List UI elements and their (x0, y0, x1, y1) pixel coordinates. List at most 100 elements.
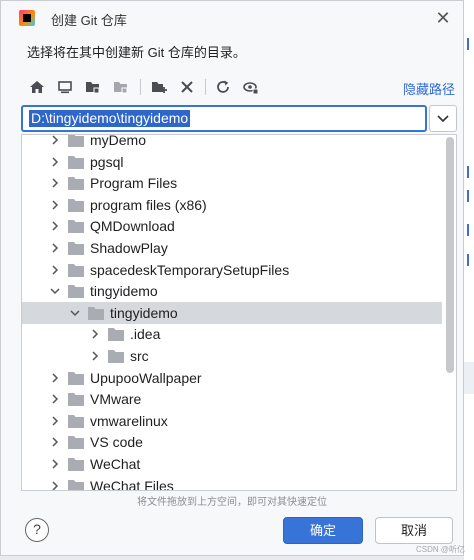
background-mark (467, 254, 473, 266)
tree-row[interactable]: WeChat (22, 453, 442, 475)
folder-icon (68, 414, 84, 428)
tree-row[interactable]: spacedeskTemporarySetupFiles (22, 259, 442, 281)
folder-icon (68, 242, 84, 255)
tree-row[interactable]: pgsql (22, 151, 442, 173)
chevron-right-icon[interactable] (50, 264, 60, 276)
tree-row-label: VMware (90, 391, 142, 408)
tree-row[interactable]: vmwarelinux (22, 410, 442, 432)
home-icon[interactable] (27, 77, 47, 97)
module-folder-icon[interactable] (111, 77, 131, 97)
csdn-watermark: CSDN @听亿 (416, 545, 466, 554)
dialog-titlebar: 创建 Git 仓库 ✕ (1, 1, 463, 35)
ok-button[interactable]: 确定 (283, 517, 363, 544)
background-mark (467, 224, 473, 236)
desktop-icon[interactable] (55, 77, 75, 97)
chevron-right-icon[interactable] (50, 242, 60, 254)
tree-row-label: VS code (90, 434, 143, 451)
chevron-right-icon[interactable] (50, 372, 60, 384)
toolbar-separator (205, 79, 206, 95)
folder-icon (68, 198, 84, 212)
cancel-button[interactable]: 取消 (375, 517, 453, 544)
path-input[interactable]: D:\tingyidemo\tingyidemo (21, 105, 427, 132)
chevron-right-icon[interactable] (50, 134, 60, 146)
chevron-right-icon[interactable] (50, 415, 60, 427)
folder-icon (88, 306, 104, 320)
delete-icon[interactable] (177, 77, 197, 97)
drop-hint: 将文件拖放到上方空间，即可对其快速定位 (137, 497, 327, 508)
tree-row[interactable]: Program Files (22, 172, 442, 194)
folder-icon (68, 263, 84, 277)
chevron-right-icon[interactable] (50, 458, 60, 470)
tree-row[interactable]: tingyidemo (22, 280, 442, 302)
chevron-right-icon[interactable] (50, 220, 60, 232)
tree-row-label: src (130, 348, 149, 364)
new-folder-icon[interactable] (149, 77, 169, 97)
folder-icon (68, 285, 84, 299)
chevron-right-icon[interactable] (50, 156, 60, 168)
chevron-down-icon[interactable] (70, 307, 80, 319)
tree-row[interactable]: .idea (22, 323, 442, 345)
tree-row[interactable]: WeChat Files (22, 475, 442, 491)
directory-tree[interactable]: WeChat Files WeChat VS code vmwarelinux VMwa… (21, 134, 457, 491)
chevron-right-icon[interactable] (50, 199, 60, 211)
background-mark (467, 38, 473, 50)
chevron-right-icon[interactable] (90, 350, 100, 362)
help-button[interactable]: ? (25, 518, 49, 542)
tree-scrollbar[interactable] (444, 135, 456, 490)
tree-row[interactable]: VMware (22, 388, 442, 410)
tree-row-label: tingyidemo (110, 304, 178, 321)
folder-icon (68, 177, 84, 191)
tree-row-label: .idea (130, 326, 161, 343)
background-mark (467, 166, 473, 178)
path-value: D:\tingyidemo\tingyidemo (29, 110, 191, 127)
tree-row[interactable]: ShadowPlay (22, 237, 442, 259)
tree-row[interactable]: myDemo (22, 134, 442, 151)
folder-icon (68, 135, 84, 147)
chevron-right-icon[interactable] (50, 436, 60, 448)
tree-row-label: vmwarelinux (90, 412, 168, 429)
tree-row-label: QMDownload (90, 218, 175, 235)
hide-path-link[interactable]: 隐藏路径 (403, 79, 455, 98)
tree-row-label: tingyidemo (90, 283, 158, 300)
close-icon[interactable]: ✕ (433, 8, 453, 28)
file-chooser-toolbar: 隐藏路径 (21, 73, 461, 101)
tree-row-label: Program Files (90, 175, 178, 192)
tree-row-label: WeChat (90, 456, 141, 472)
tree-row-label: ShadowPlay (90, 240, 168, 256)
tree-row-label: WeChat Files (90, 477, 174, 491)
folder-icon (68, 458, 84, 471)
folder-icon (68, 371, 84, 385)
intellij-app-icon (19, 10, 35, 26)
path-row: D:\tingyidemo\tingyidemo (21, 105, 457, 132)
background-mark (467, 190, 473, 202)
tree-row[interactable]: VS code (22, 431, 442, 453)
show-hidden-icon[interactable] (241, 77, 261, 97)
dialog-prompt: 选择将在其中创建新 Git 仓库的目录。 (27, 45, 246, 60)
tree-row-label: myDemo (90, 134, 147, 148)
create-git-repository-dialog: 创建 Git 仓库 ✕ 选择将在其中创建新 Git 仓库的目录。 隐藏路径 D:… (0, 0, 464, 556)
tree-row[interactable]: QMDownload (22, 215, 442, 237)
folder-icon (68, 155, 84, 169)
background-window-edge (464, 0, 474, 560)
folder-icon (68, 393, 84, 407)
tree-row-label: UpupooWallpaper (90, 369, 202, 386)
tree-row[interactable]: tingyidemo (22, 301, 442, 324)
refresh-icon[interactable] (213, 77, 233, 97)
chevron-right-icon[interactable] (50, 480, 60, 491)
folder-icon (108, 328, 124, 342)
tree-row-label: spacedeskTemporarySetupFiles (90, 261, 290, 278)
chevron-down-icon[interactable] (429, 105, 457, 132)
folder-icon (68, 220, 84, 234)
folder-icon (68, 479, 84, 490)
toolbar-separator (140, 79, 141, 95)
tree-row[interactable]: UpupooWallpaper (22, 367, 442, 389)
project-folder-icon[interactable] (83, 77, 103, 97)
tree-row[interactable]: src (22, 345, 442, 367)
chevron-right-icon[interactable] (50, 393, 60, 405)
chevron-down-icon[interactable] (50, 285, 60, 297)
folder-icon (108, 350, 124, 363)
tree-row[interactable]: program files (x86) (22, 194, 442, 216)
chevron-right-icon[interactable] (90, 328, 100, 340)
scrollbar-thumb[interactable] (446, 137, 454, 373)
chevron-right-icon[interactable] (50, 177, 60, 189)
